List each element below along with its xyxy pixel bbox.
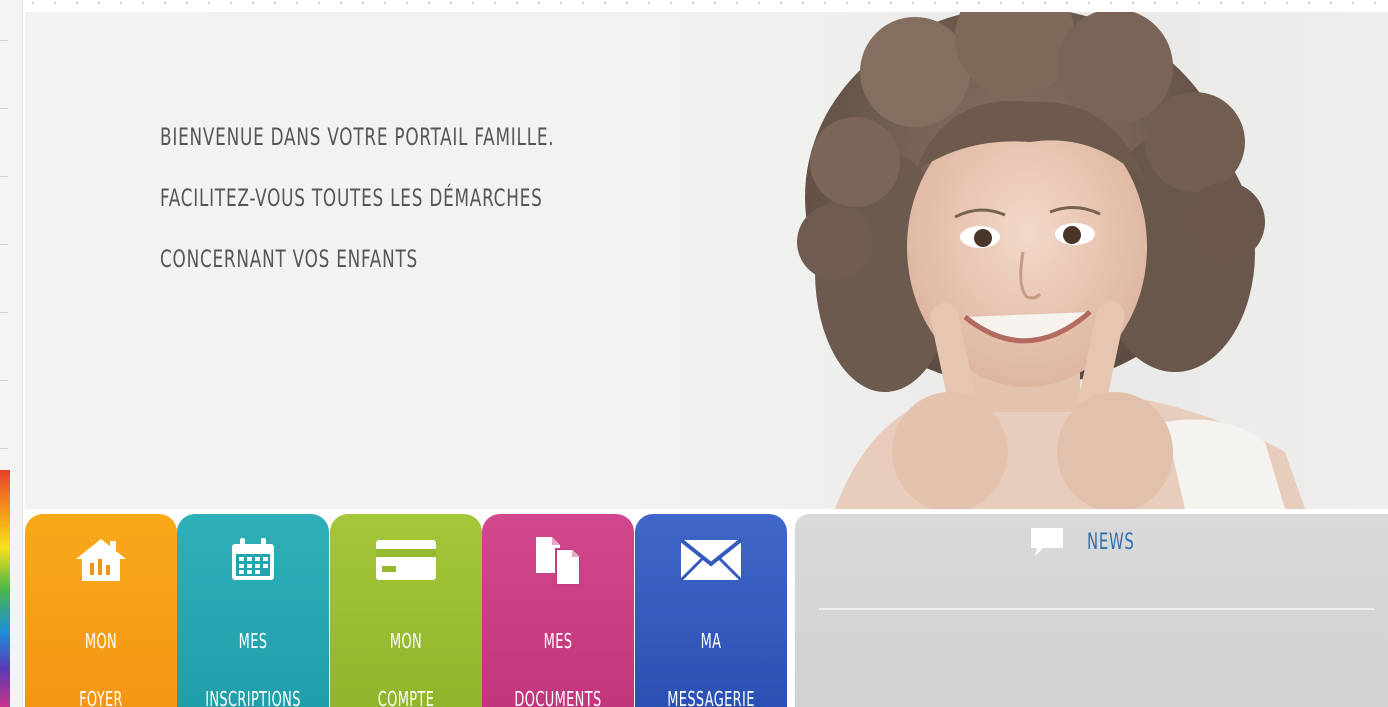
top-dotted-border — [22, 0, 1388, 6]
envelope-icon — [635, 534, 787, 586]
tile-label-line1: MA — [700, 629, 722, 653]
tile-label-line2: INSCRIPTIONS — [205, 687, 301, 707]
smiling-child-photo — [797, 12, 1305, 509]
news-title: NEWS — [1087, 529, 1135, 555]
tile-label-line2: COMPTE — [377, 687, 435, 707]
tile-label-line2: MESSAGERIE — [667, 687, 755, 707]
tile-label-line1: MON — [389, 629, 423, 653]
tile-mes-documents[interactable]: MES DOCUMENTS — [482, 514, 634, 707]
welcome-line-1: Bienvenue dans votre portail famille. — [160, 123, 555, 151]
documents-icon — [482, 534, 634, 586]
rainbow-decoration — [0, 470, 10, 707]
welcome-line-3: concernant vos enfants — [160, 245, 418, 273]
tile-label: MES INSCRIPTIONS — [177, 612, 329, 707]
tile-label-line1: MES — [238, 629, 268, 653]
news-header: NEWS — [1029, 526, 1150, 558]
tile-label: MA MESSAGERIE — [635, 612, 787, 707]
news-panel: NEWS — [795, 514, 1388, 707]
calendar-icon — [177, 534, 329, 586]
tile-mon-foyer[interactable]: MON FOYER — [25, 514, 177, 707]
speech-bubble-icon — [1031, 528, 1063, 556]
tile-label: MES DOCUMENTS — [482, 612, 634, 707]
welcome-line-2: Facilitez-vous toutes les démarches — [160, 184, 543, 212]
tile-label: MON FOYER — [25, 612, 177, 707]
credit-card-icon — [330, 534, 482, 586]
tile-label-line1: MON — [84, 629, 118, 653]
welcome-message: Bienvenue dans votre portail famille. Fa… — [160, 107, 554, 290]
news-divider — [819, 608, 1374, 610]
tile-label-line1: MES — [543, 629, 573, 653]
tile-ma-messagerie[interactable]: MA MESSAGERIE — [635, 514, 787, 707]
portal-home: Bienvenue dans votre portail famille. Fa… — [0, 0, 1388, 707]
tile-mes-inscriptions[interactable]: MES INSCRIPTIONS — [177, 514, 329, 707]
hero-banner: Bienvenue dans votre portail famille. Fa… — [25, 12, 1388, 509]
tile-label-line2: DOCUMENTS — [514, 687, 602, 707]
tile-label-line2: FOYER — [79, 687, 123, 707]
house-icon — [25, 534, 177, 586]
left-edge-strip — [0, 0, 23, 707]
quick-access-tiles: MON FOYER MES INSCRIPTIONS MON COMPTE ME… — [25, 514, 787, 707]
tile-label: MON COMPTE — [330, 612, 482, 707]
tile-mon-compte[interactable]: MON COMPTE — [330, 514, 482, 707]
